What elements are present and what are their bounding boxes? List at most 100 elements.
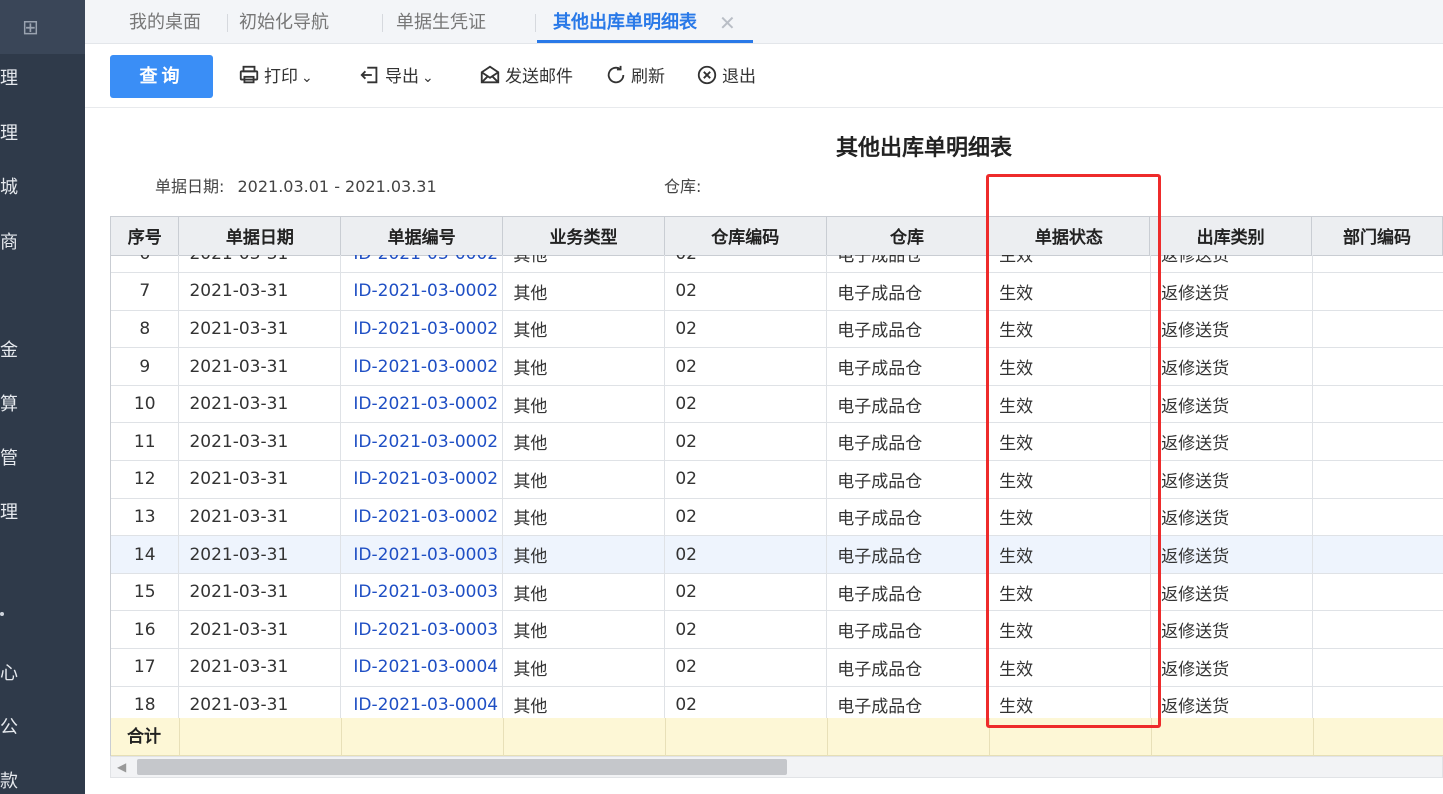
tab-desktop[interactable]: 我的桌面 [129,0,201,44]
cell-doc-status: 生效 [988,255,1152,274]
cell-doc-number[interactable]: ID-2021-03-0002 [340,310,504,349]
sidebar-item[interactable]: 算 [0,393,30,417]
sidebar-item[interactable]: 城 [0,176,30,200]
cell-doc-status: 生效 [988,610,1152,650]
table-row[interactable]: 15 2021-03-31 ID-2021-03-0003 其他 02 电子成品仓 生效 返修… [111,573,1443,612]
cell-outbound-category: 返修送货 [1150,422,1314,462]
cell-doc-status: 生效 [988,385,1152,424]
cell-seq: 18 [111,686,180,718]
cell-doc-number[interactable]: ID-2021-03-0002 [340,347,504,386]
sidebar-logo[interactable]: ⊞ [0,0,85,54]
cell-doc-number[interactable]: ID-2021-03-0002 [340,498,504,537]
column-header[interactable]: 仓库编码 [664,217,827,256]
horizontal-scrollbar[interactable]: ◀ [110,756,1443,778]
cell-warehouse: 电子成品仓 [826,255,990,274]
cell-doc-number[interactable]: ID-2021-03-0002 [340,255,504,274]
cell-business-type: 其他 [502,686,666,718]
table-row[interactable]: 8 2021-03-31 ID-2021-03-0002 其他 02 电子成品仓 生效 返修送… [111,310,1443,349]
cell-doc-number[interactable]: ID-2021-03-0002 [340,385,504,424]
scrollbar-thumb[interactable] [137,759,787,775]
cell-divider [1313,718,1314,756]
tab-voucher[interactable]: 单据生凭证 [396,0,486,44]
sidebar-item[interactable]: 心 [0,662,30,686]
cell-warehouse-code: 02 [664,648,828,687]
cell-date: 2021-03-31 [178,310,342,349]
app-logo-icon: ⊞ [22,15,39,39]
grid-rows: 62021-03-31ID-2021-03-0002其他02电子成品仓生效返修送… [111,255,1443,718]
print-button[interactable]: 打印 ⌄ [238,64,313,88]
mail-icon [480,65,500,84]
send-email-button[interactable]: 发送邮件 [479,64,573,88]
table-row[interactable]: 11 2021-03-31 ID-2021-03-0002 其他 02 电子成品仓 生效 返修… [111,422,1443,462]
cell-doc-status: 生效 [988,310,1152,349]
cell-doc-number[interactable]: ID-2021-03-0002 [340,272,504,311]
cell-outbound-category: 返修送货 [1150,272,1314,311]
column-header[interactable]: 单据日期 [178,217,342,256]
cell-warehouse: 电子成品仓 [826,535,990,574]
sidebar-item[interactable]: 款 [0,770,30,794]
close-icon[interactable]: ✕ [719,0,736,46]
table-row[interactable]: 9 2021-03-31 ID-2021-03-0002 其他 02 电子成品仓 生效 返修送… [111,347,1443,386]
cell-date: 2021-03-31 [178,648,342,687]
table-row[interactable]: 10 2021-03-31 ID-2021-03-0002 其他 02 电子成品仓 生效 返修… [111,385,1443,424]
tab-outbound-detail[interactable]: 其他出库单明细表 [553,0,697,44]
cell-outbound-category: 返修送货 [1150,535,1314,574]
cell-doc-number[interactable]: ID-2021-03-0004 [340,686,504,718]
cell-dept-code [1312,460,1443,499]
cell-warehouse: 电子成品仓 [826,272,990,311]
column-header[interactable]: 序号 [111,217,180,256]
cell-warehouse: 电子成品仓 [826,347,990,386]
cell-outbound-category: 返修送货 [1150,610,1314,650]
cell-divider [503,718,504,756]
cell-warehouse-code: 02 [664,272,828,311]
cell-seq: 6 [111,255,180,274]
table-row[interactable]: 62021-03-31ID-2021-03-0002其他02电子成品仓生效返修送… [111,255,1443,274]
export-button[interactable]: 导出 ⌄ [359,64,434,88]
column-header[interactable]: 单据状态 [987,217,1151,256]
column-header[interactable]: 业务类型 [502,217,665,256]
sidebar-item[interactable]: 金 [0,339,30,363]
cell-doc-number[interactable]: ID-2021-03-0002 [340,460,504,499]
warehouse-filter-label: 仓库: [664,177,702,196]
table-row[interactable]: 12 2021-03-31 ID-2021-03-0002 其他 02 电子成品仓 生效 返修… [111,460,1443,499]
cell-warehouse-code: 02 [664,498,828,537]
cell-doc-number[interactable]: ID-2021-03-0003 [340,535,504,574]
exit-button[interactable]: 退出 [696,64,756,88]
table-row[interactable]: 7 2021-03-31 ID-2021-03-0002 其他 02 电子成品仓 生效 返修送… [111,272,1443,311]
table-row[interactable]: 14 2021-03-31 ID-2021-03-0003 其他 02 电子成品仓 生效 返修… [111,535,1443,574]
table-row[interactable]: 16 2021-03-31 ID-2021-03-0003 其他 02 电子成品仓 生效 返修… [111,610,1443,650]
refresh-button[interactable]: 刷新 [605,64,665,88]
cell-seq: 12 [111,460,180,499]
column-header[interactable]: 单据编号 [340,217,504,256]
table-row[interactable]: 17 2021-03-31 ID-2021-03-0004 其他 02 电子成品仓 生效 返修… [111,648,1443,687]
cell-dept-code [1312,498,1443,537]
tab-separator [382,14,383,32]
column-header[interactable]: 仓库 [826,217,989,256]
cell-date: 2021-03-31 [178,347,342,386]
query-button[interactable]: 查询 [110,55,213,98]
cell-business-type: 其他 [502,272,666,311]
cell-doc-number[interactable]: ID-2021-03-0003 [340,573,504,612]
sidebar-item[interactable]: 理 [0,67,30,91]
table-row[interactable]: 18 2021-03-31 ID-2021-03-0004 其他 02 电子成品仓 生效 返修… [111,686,1443,718]
cell-warehouse-code: 02 [664,573,828,612]
cell-warehouse-code: 02 [664,422,828,462]
cell-doc-number[interactable]: ID-2021-03-0004 [340,648,504,687]
column-header[interactable]: 出库类别 [1149,217,1313,256]
cell-doc-number[interactable]: ID-2021-03-0002 [340,422,504,462]
cell-doc-status: 生效 [988,535,1152,574]
cell-outbound-category: 返修送货 [1150,460,1314,499]
sidebar-item[interactable]: 理 [0,501,30,525]
scroll-left-icon[interactable]: ◀ [117,758,126,776]
cell-date: 2021-03-31 [178,610,342,650]
sidebar-item[interactable]: 公 [0,716,30,740]
cell-doc-number[interactable]: ID-2021-03-0003 [340,610,504,650]
column-header[interactable]: 部门编码 [1311,217,1443,256]
cell-doc-status: 生效 [988,498,1152,537]
cell-business-type: 其他 [502,460,666,499]
sidebar-item[interactable]: 商 [0,231,30,255]
table-row[interactable]: 13 2021-03-31 ID-2021-03-0002 其他 02 电子成品仓 生效 返修… [111,498,1443,537]
sidebar-item[interactable]: 理 [0,122,30,146]
tab-init-guide[interactable]: 初始化导航 [239,0,329,44]
sidebar-item[interactable]: 管 [0,447,30,471]
